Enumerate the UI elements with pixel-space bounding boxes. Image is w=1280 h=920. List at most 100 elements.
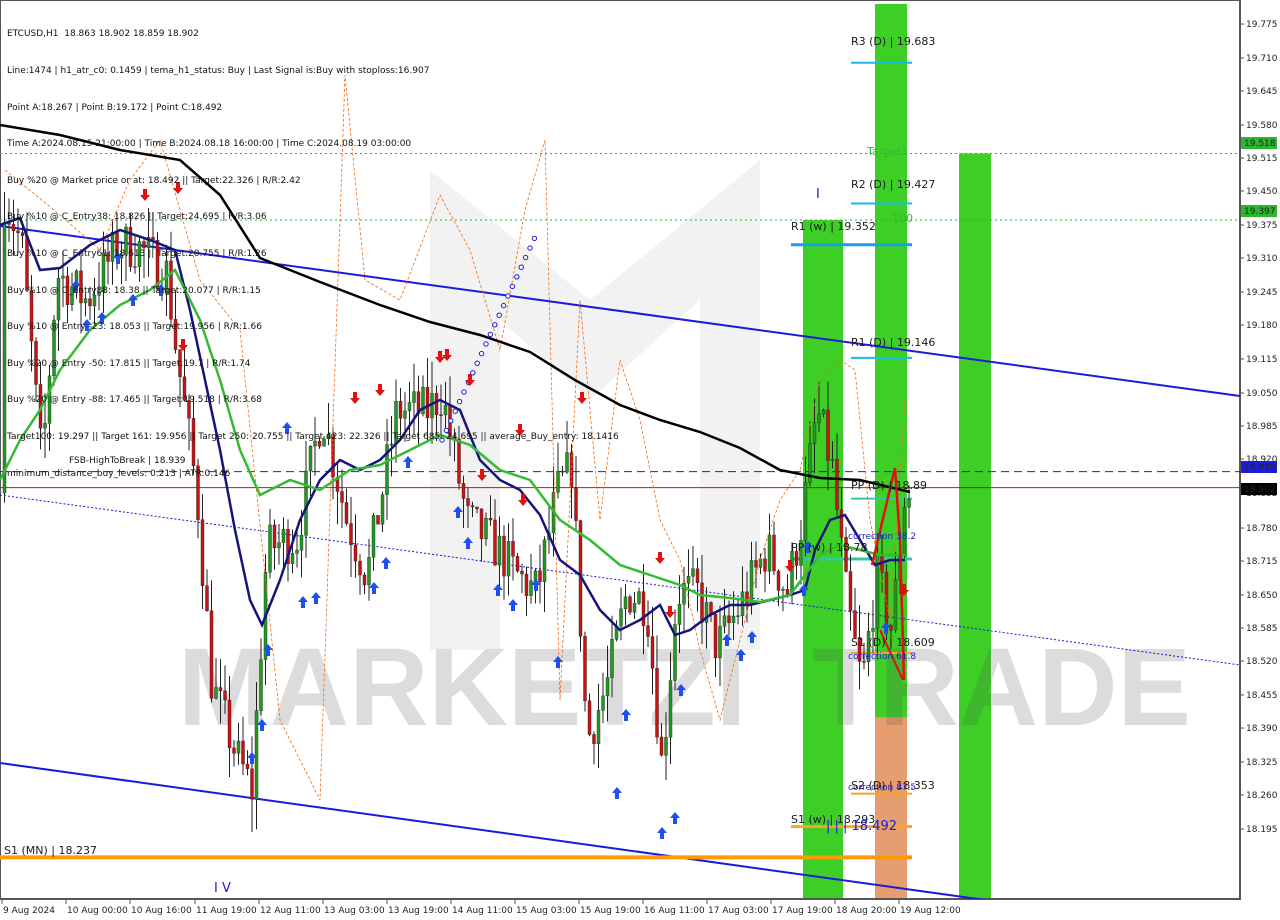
wave-iv-label: I V — [214, 881, 231, 896]
candle-body — [668, 680, 673, 738]
time-tick-label: 16 Aug 11:00 — [644, 906, 705, 916]
price-tick-label: 18.715 — [1246, 557, 1278, 567]
candle-body — [790, 551, 794, 595]
correction-87-label: correction 87.5 — [848, 783, 917, 793]
candle-body — [610, 639, 614, 678]
candle-body — [785, 589, 790, 595]
candle-body — [722, 615, 727, 627]
candle-body — [344, 502, 349, 524]
price-tick-label: 19.775 — [1246, 20, 1278, 30]
candle-body — [727, 615, 731, 623]
price-tick-label: 19.580 — [1246, 121, 1278, 131]
candle-body — [632, 603, 637, 613]
level-label-r2-d: R2 (D) | 19.427 — [851, 178, 936, 191]
candle-body — [470, 505, 475, 508]
candle-body — [664, 736, 668, 756]
candle-body — [214, 687, 218, 699]
candle-body — [502, 535, 506, 577]
time-tick-label: 17 Aug 03:00 — [708, 906, 769, 916]
candle-body — [709, 602, 713, 615]
candle-body — [713, 614, 718, 659]
candle-body — [745, 591, 749, 605]
candle-body — [605, 677, 610, 697]
candle-body — [830, 458, 835, 461]
price-tick-label: 18.650 — [1246, 591, 1278, 601]
candle-body — [601, 695, 605, 711]
info-line: Point A:18.267 | Point B:19.172 | Point … — [7, 102, 223, 113]
info-line: minimum_distance_buy_levels: 0.213 | ATR… — [7, 468, 231, 479]
candle-body — [529, 580, 533, 596]
price-badge-label: 18.902 — [1244, 485, 1276, 495]
candle-body — [686, 575, 691, 584]
time-tick-label: 13 Aug 19:00 — [388, 906, 449, 916]
candle-body — [520, 570, 524, 575]
candle-body — [628, 596, 632, 613]
candle-body — [380, 494, 385, 525]
candle-body — [371, 515, 376, 558]
candle-body — [295, 549, 299, 554]
candle-body — [475, 506, 479, 510]
price-badge-label: 18.939 — [1244, 463, 1276, 473]
level-label-r1-d: R1 (D) | 19.146 — [851, 336, 936, 349]
candle-body — [835, 458, 839, 510]
time-tick-label: 13 Aug 03:00 — [324, 906, 385, 916]
price-tick-label: 19.115 — [1246, 355, 1278, 365]
candle-body — [817, 413, 821, 424]
time-tick-label: 17 Aug 19:00 — [772, 906, 833, 916]
candle-body — [353, 544, 358, 562]
candle-body — [754, 560, 758, 568]
time-tick-label: 11 Aug 19:00 — [196, 906, 257, 916]
candle-body — [349, 523, 353, 546]
indicator-info-panel: ETCUSD,H1 18.863 18.902 18.859 18.902 Li… — [7, 4, 619, 492]
candle-body — [848, 571, 853, 611]
candle-body — [367, 557, 371, 586]
wave-i-label: I — [816, 187, 820, 202]
price-tick-label: 18.780 — [1246, 524, 1278, 534]
info-line: Buy %20 @ Entry -50: 17.815 || Target:19… — [7, 358, 251, 369]
level-label-pp-w: PP (w) | 18.78 — [791, 541, 868, 554]
price-axis-layer: 19.775 19.710 19.645 19.580 19.515 19.450 19.3… — [1240, 0, 1280, 920]
time-tick-label: 15 Aug 19:00 — [580, 906, 641, 916]
price-tick-label: 18.520 — [1246, 657, 1278, 667]
candle-body — [583, 636, 587, 702]
candle-body — [871, 628, 875, 632]
candle-body — [506, 541, 511, 577]
candle-body — [358, 560, 362, 576]
candle-body — [655, 668, 659, 738]
candle-body — [236, 740, 241, 754]
time-tick-label: 12 Aug 11:00 — [260, 906, 321, 916]
candle-body — [826, 409, 830, 461]
fsb-high-to-break-label: FSB-HighToBreak | 18.939 — [69, 456, 186, 466]
candle-body — [362, 574, 367, 586]
candle-body — [241, 740, 245, 765]
candle-body — [340, 491, 344, 503]
candle-body — [650, 636, 655, 669]
time-tick-label: 10 Aug 16:00 — [131, 906, 192, 916]
fib-100-label: 100 — [892, 212, 913, 225]
candle-body — [646, 625, 650, 637]
candle-body — [479, 508, 484, 540]
candle-body — [277, 542, 281, 549]
candle-body — [821, 409, 826, 415]
info-line: Time A:2024.08.15 21:00:00 | Time B:2024… — [7, 139, 412, 150]
candle-body — [223, 690, 227, 701]
info-line: ETCUSD,H1 18.863 18.902 18.859 18.902 — [7, 29, 199, 40]
candle-body — [776, 570, 781, 591]
candle-body — [691, 568, 695, 577]
info-line: Buy %10 @ Entry -23: 18.053 || Target:19… — [7, 322, 262, 333]
candle-body — [376, 515, 380, 525]
time-tick-label: 19 Aug 12:00 — [900, 906, 961, 916]
price-tick-label: 19.310 — [1246, 254, 1278, 264]
price-tick-label: 18.585 — [1246, 624, 1278, 634]
level-label-r3-d: R3 (D) | 19.683 — [851, 35, 936, 48]
candle-body — [484, 518, 488, 540]
candle-body — [497, 535, 502, 566]
target1-label: Target1 — [867, 145, 909, 158]
candle-body — [700, 582, 704, 623]
candle-body — [736, 615, 740, 617]
candle-body — [596, 710, 601, 744]
candle-body — [290, 553, 295, 564]
candle-body — [641, 591, 646, 626]
price-tick-label: 18.260 — [1246, 791, 1278, 801]
candle-body — [637, 591, 641, 604]
